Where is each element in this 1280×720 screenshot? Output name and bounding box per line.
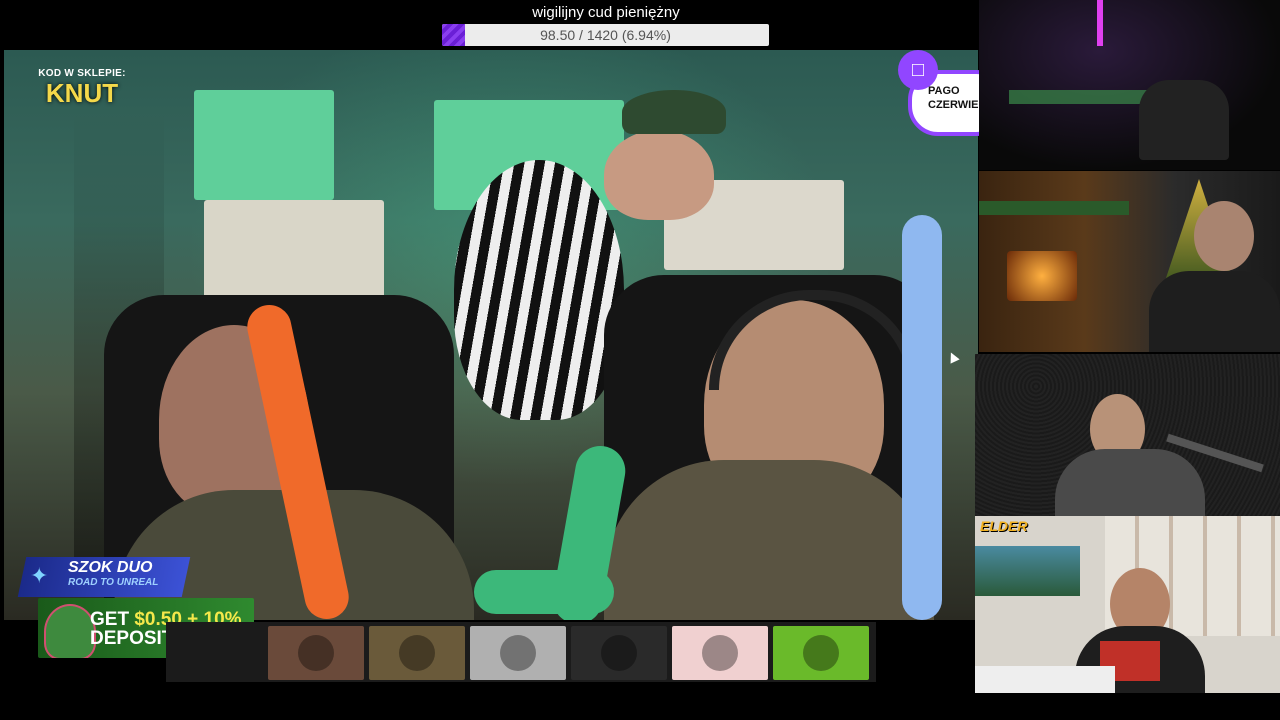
emote-tile bbox=[773, 626, 869, 680]
led-strip bbox=[1009, 90, 1159, 104]
streamer-head bbox=[1194, 201, 1254, 271]
man-face-icon bbox=[601, 635, 637, 671]
emote-tile bbox=[268, 626, 364, 680]
emote-tile bbox=[672, 626, 768, 680]
emote-tile bbox=[470, 626, 566, 680]
szok-duo-title: SZOK DUO bbox=[68, 559, 153, 576]
character-icon bbox=[399, 635, 435, 671]
streamer-right-body bbox=[604, 460, 934, 620]
webcam-christmas[interactable] bbox=[979, 171, 1280, 352]
webcam-gaming-room[interactable] bbox=[979, 0, 1280, 170]
szok-duo-subtitle: ROAD TO UNREAL bbox=[68, 577, 159, 588]
streamer-body bbox=[1055, 449, 1205, 516]
logo-face-icon bbox=[702, 635, 738, 671]
shop-code-value: KNUT bbox=[45, 78, 119, 108]
aquarium bbox=[975, 546, 1080, 596]
monkey-face-icon bbox=[298, 635, 334, 671]
wings-icon: ✦ bbox=[30, 563, 49, 588]
emote-strip bbox=[166, 622, 876, 682]
clown-head bbox=[604, 130, 714, 220]
mascot-icon bbox=[44, 604, 96, 658]
clown-person bbox=[454, 160, 624, 420]
fireplace bbox=[1007, 251, 1077, 301]
main-stream-video[interactable] bbox=[4, 50, 978, 620]
twitch-badge: □ PAGO CZERWIEC bbox=[898, 50, 1006, 136]
car-icon bbox=[500, 635, 536, 671]
blue-balloon bbox=[902, 215, 942, 620]
garland bbox=[979, 201, 1129, 215]
goal-title: wigilijny cud pieniężny bbox=[532, 4, 680, 21]
scene-building bbox=[204, 200, 384, 310]
webcam-studio[interactable] bbox=[975, 354, 1280, 516]
streamer-body bbox=[1149, 271, 1280, 352]
shop-code-overlay: KOD W SKLEPIE: KNUT bbox=[34, 68, 130, 107]
pepe-frog-icon bbox=[803, 635, 839, 671]
emote-tile bbox=[571, 626, 667, 680]
gaming-chair bbox=[1139, 80, 1229, 160]
goal-progress-text: 98.50 / 1420 (6.94%) bbox=[540, 27, 671, 43]
goal-progress-bar: 98.50 / 1420 (6.94%) bbox=[442, 24, 769, 46]
szok-duo-text: SZOK DUO ROAD TO UNREAL bbox=[68, 559, 158, 588]
twitch-badge-label: PAGO CZERWIEC bbox=[928, 85, 987, 111]
webcam-elder[interactable] bbox=[975, 516, 1280, 693]
emote-tile bbox=[369, 626, 465, 680]
elder-logo: ELDER bbox=[980, 518, 1028, 534]
neon-light bbox=[1097, 0, 1103, 46]
green-balloon bbox=[474, 570, 614, 614]
desk bbox=[975, 666, 1115, 693]
clown-hat bbox=[622, 90, 726, 134]
scene-building bbox=[194, 90, 334, 200]
